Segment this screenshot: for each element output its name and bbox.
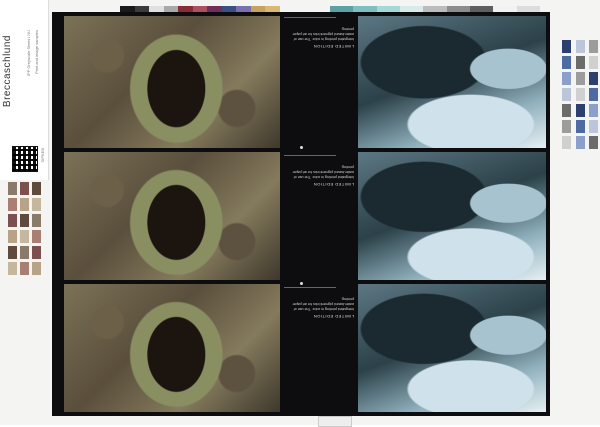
tree-stump-photo [64, 284, 280, 412]
color-swatch [20, 246, 29, 259]
caption-body: Integrated printing in color. The use of… [292, 297, 354, 311]
left-swatch-column-3 [32, 182, 41, 275]
color-swatch [576, 40, 585, 53]
color-swatch [589, 120, 598, 133]
color-swatch [562, 72, 571, 85]
color-swatch [20, 230, 29, 243]
color-swatch [576, 72, 585, 85]
caption-body: Integrated printing in color. The use of… [292, 165, 354, 179]
caption-block: LIMITED EDITION Integrated printing in c… [284, 296, 354, 319]
color-swatch [32, 246, 41, 259]
fine-print-2: Print and image samples [34, 30, 39, 75]
color-swatch [589, 104, 598, 117]
color-swatch [576, 56, 585, 69]
left-swatch-column [8, 182, 17, 275]
color-swatch [562, 104, 571, 117]
color-swatch [20, 214, 29, 227]
color-swatch [576, 136, 585, 149]
color-swatch [8, 214, 17, 227]
color-swatch [576, 88, 585, 101]
color-swatch [562, 88, 571, 101]
tree-stump-photo [64, 16, 280, 148]
brand-label: Breccaschlund [2, 35, 13, 108]
divider [284, 287, 336, 288]
color-swatch [562, 136, 571, 149]
print-proof-sheet: Breccaschlund IPP Greyscale Sheet / NU P… [0, 0, 600, 427]
color-swatch [8, 182, 17, 195]
color-swatch [8, 246, 17, 259]
caption-block: LIMITED EDITION Integrated printing in c… [284, 164, 354, 187]
caption-block: LIMITED EDITION Integrated printing in c… [284, 26, 354, 49]
color-swatch [562, 56, 571, 69]
color-swatch [8, 230, 17, 243]
color-swatch [589, 136, 598, 149]
color-swatch [32, 214, 41, 227]
color-swatch [32, 230, 41, 243]
caption-header: LIMITED EDITION [313, 44, 354, 49]
color-swatch [589, 56, 598, 69]
label-strip: Breccaschlund IPP Greyscale Sheet / NU P… [0, 0, 49, 180]
registration-mark [300, 146, 303, 149]
code-label: SIPKEB [40, 148, 45, 163]
right-swatch-column [562, 40, 571, 149]
color-swatch [32, 198, 41, 211]
color-swatch [576, 120, 585, 133]
divider [284, 17, 336, 18]
color-swatch [32, 262, 41, 275]
print-area: LIMITED EDITION Integrated printing in c… [52, 12, 550, 416]
caption-body: Integrated printing in color. The use of… [292, 27, 354, 41]
right-swatch-column-3 [589, 40, 598, 149]
glacier-photo [358, 284, 546, 412]
bottom-label [318, 416, 352, 427]
color-swatch [8, 198, 17, 211]
color-swatch [576, 104, 585, 117]
fine-print-1: IPP Greyscale Sheet / NU [26, 30, 31, 77]
color-swatch [589, 72, 598, 85]
color-swatch [589, 40, 598, 53]
color-swatch [20, 182, 29, 195]
color-swatch [589, 88, 598, 101]
caption-header: LIMITED EDITION [313, 314, 354, 319]
glacier-photo [358, 16, 546, 148]
caption-header: LIMITED EDITION [313, 182, 354, 187]
registration-mark [300, 282, 303, 285]
color-swatch [20, 262, 29, 275]
qr-code-icon [12, 146, 38, 172]
divider [284, 155, 336, 156]
color-swatch [562, 120, 571, 133]
right-swatch-column-2 [576, 40, 585, 149]
left-swatch-column-2 [20, 182, 29, 275]
tree-stump-photo [64, 152, 280, 280]
glacier-photo [358, 152, 546, 280]
color-swatch [8, 262, 17, 275]
color-swatch [20, 198, 29, 211]
color-swatch [562, 40, 571, 53]
color-swatch [32, 182, 41, 195]
